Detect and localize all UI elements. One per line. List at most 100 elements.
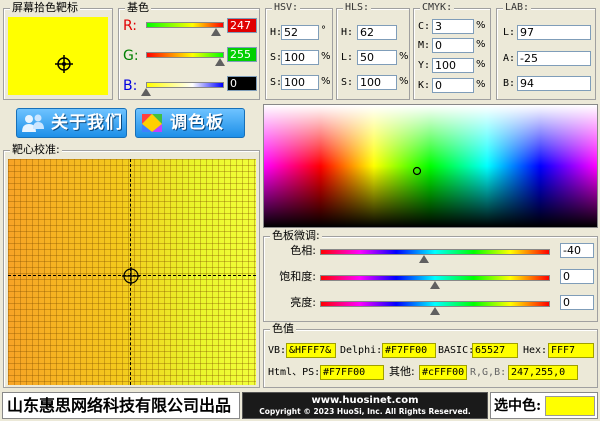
lab-l-field[interactable]: 97 [517, 25, 591, 40]
cmyk-c-field[interactable]: 3 [432, 19, 474, 34]
target-calibration-label: 靶心校准: [10, 143, 62, 156]
lab-label: LAB: [503, 2, 532, 14]
lab-l-label: L: [503, 27, 516, 38]
html-ps-field[interactable]: #F7FF00 [320, 365, 384, 380]
color-values-group: 色值 VB: &HFFF7& Delphi: #F7FF00 BASIC: 65… [263, 323, 598, 388]
hls-s-field[interactable]: 100 [357, 75, 397, 90]
hls-l-field[interactable]: 50 [357, 50, 397, 65]
basic-label: BASIC: [438, 345, 475, 356]
cmyk-c-unit: % [476, 20, 486, 31]
vb-field[interactable]: &HFFF7& [286, 343, 336, 358]
delphi-field[interactable]: #F7FF00 [382, 343, 436, 358]
website-text[interactable]: www.huosinet.com [243, 395, 487, 407]
cmyk-y-label: Y: [418, 60, 431, 71]
hls-h-field[interactable]: 62 [357, 25, 397, 40]
screen-picker-group: 屏幕拾色靶标 [3, 2, 113, 100]
brightness-slider-thumb[interactable] [430, 307, 440, 315]
hls-label: HLS: [343, 2, 372, 14]
red-slider-thumb[interactable] [211, 28, 221, 36]
base-color-group: 基色 R: 247 G: 255 B: 0 [118, 2, 260, 100]
cmyk-y-field[interactable]: 100 [432, 58, 474, 73]
hsv-v-field[interactable]: 100 [281, 75, 319, 90]
spectrum-picker-icon[interactable] [412, 166, 422, 176]
cmyk-label: CMYK: [420, 2, 455, 14]
cmyk-m-unit: % [476, 39, 486, 50]
cmyk-m-label: M: [418, 40, 431, 51]
company-name: 山东惠思网络科技有限公司出品 [7, 396, 232, 415]
palette-label: 调色板 [170, 113, 224, 133]
brightness-label: 亮度: [290, 296, 316, 309]
target-calibration-group: 靶心校准: [3, 144, 260, 388]
brightness-value-field[interactable]: 0 [560, 295, 594, 310]
hex-field[interactable]: FFF7 [548, 343, 594, 358]
hsv-h-field[interactable]: 52 [281, 25, 319, 40]
lab-b-label: B: [503, 78, 516, 89]
green-value-field[interactable]: 255 [227, 47, 257, 62]
screen-picker-preview[interactable] [8, 17, 108, 95]
hls-l-unit: % [399, 51, 409, 62]
palette-button[interactable]: 调色板 [135, 108, 245, 138]
cmyk-c-label: C: [418, 21, 431, 32]
cmyk-k-field[interactable]: 0 [432, 78, 474, 93]
vb-label: VB: [268, 345, 287, 356]
saturation-slider-thumb[interactable] [430, 281, 440, 289]
hsv-v-unit: % [321, 76, 331, 87]
hsv-s-unit: % [321, 51, 331, 62]
rgb-label: R,G,B: [470, 367, 507, 378]
hls-group: HLS: H: 62 L: 50 % S: 100 % [336, 2, 410, 100]
screen-picker-label: 屏幕拾色靶标 [10, 1, 80, 14]
hls-s-unit: % [399, 76, 409, 87]
red-value-field[interactable]: 247 [227, 18, 257, 33]
fine-tune-label: 色板微调: [270, 229, 322, 242]
crosshair-target-icon[interactable] [55, 55, 73, 73]
hue-value-field[interactable]: -40 [560, 243, 594, 258]
cmyk-k-label: K: [418, 80, 431, 91]
cmyk-m-field[interactable]: 0 [432, 38, 474, 53]
selected-color-swatch [545, 396, 595, 416]
copyright-text: Copyright © 2023 HuoSi, Inc. All Rights … [259, 407, 471, 416]
blue-value-field[interactable]: 0 [227, 76, 257, 91]
lab-a-field[interactable]: -25 [517, 51, 591, 66]
hsv-h-unit: ° [321, 25, 326, 36]
copyright-banner: www.huosinet.com Copyright © 2023 HuoSi,… [242, 392, 488, 419]
lab-a-label: A: [503, 53, 516, 64]
green-slider-track[interactable] [146, 52, 224, 58]
red-label: R: [123, 18, 138, 34]
saturation-value-field[interactable]: 0 [560, 269, 594, 284]
lab-b-field[interactable]: 94 [517, 76, 591, 91]
hls-l-label: L: [341, 52, 354, 63]
color-spectrum[interactable] [263, 104, 598, 228]
hue-slider-track[interactable] [320, 249, 550, 255]
hsv-s-field[interactable]: 100 [281, 50, 319, 65]
base-color-label: 基色 [125, 1, 151, 14]
lab-group: LAB: L: 97 A: -25 B: 94 [496, 2, 596, 100]
hex-label: Hex: [523, 345, 548, 356]
hsv-group: HSV: H: 52 ° S: 100 % S: 100 % [265, 2, 333, 100]
green-slider-thumb[interactable] [215, 58, 225, 66]
blue-label: B: [123, 78, 138, 94]
hls-s-label: S: [341, 77, 354, 88]
rgb-field[interactable]: 247,255,0 [508, 365, 578, 380]
green-label: G: [123, 48, 139, 64]
other-field[interactable]: #cFFF00 [419, 365, 467, 380]
other-label: 其他: [389, 365, 415, 378]
selected-color-label: 选中色: [494, 398, 542, 414]
color-values-label: 色值 [270, 322, 296, 335]
blue-slider-track[interactable] [146, 82, 224, 88]
blue-slider-thumb[interactable] [141, 88, 151, 96]
about-us-button[interactable]: 关于我们 [16, 108, 127, 138]
cmyk-k-unit: % [476, 79, 486, 90]
delphi-label: Delphi: [340, 345, 383, 356]
basic-field[interactable]: 65527 [472, 343, 518, 358]
saturation-label: 饱和度: [279, 270, 316, 283]
magnifier-grid[interactable] [8, 159, 256, 385]
users-icon [22, 114, 44, 132]
hue-slider-thumb[interactable] [419, 255, 429, 263]
palette-icon [142, 114, 162, 132]
cmyk-group: CMYK: C: 3 % M: 0 % Y: 100 % K: 0 % [413, 2, 491, 100]
selected-color-panel: 选中色: [490, 392, 598, 419]
fine-tune-group: 色板微调: 色相: -40 饱和度: 0 亮度: 0 [263, 230, 598, 322]
hsv-label: HSV: [272, 2, 301, 14]
hls-h-label: H: [341, 27, 354, 38]
html-ps-label: Html、PS: [268, 367, 321, 378]
